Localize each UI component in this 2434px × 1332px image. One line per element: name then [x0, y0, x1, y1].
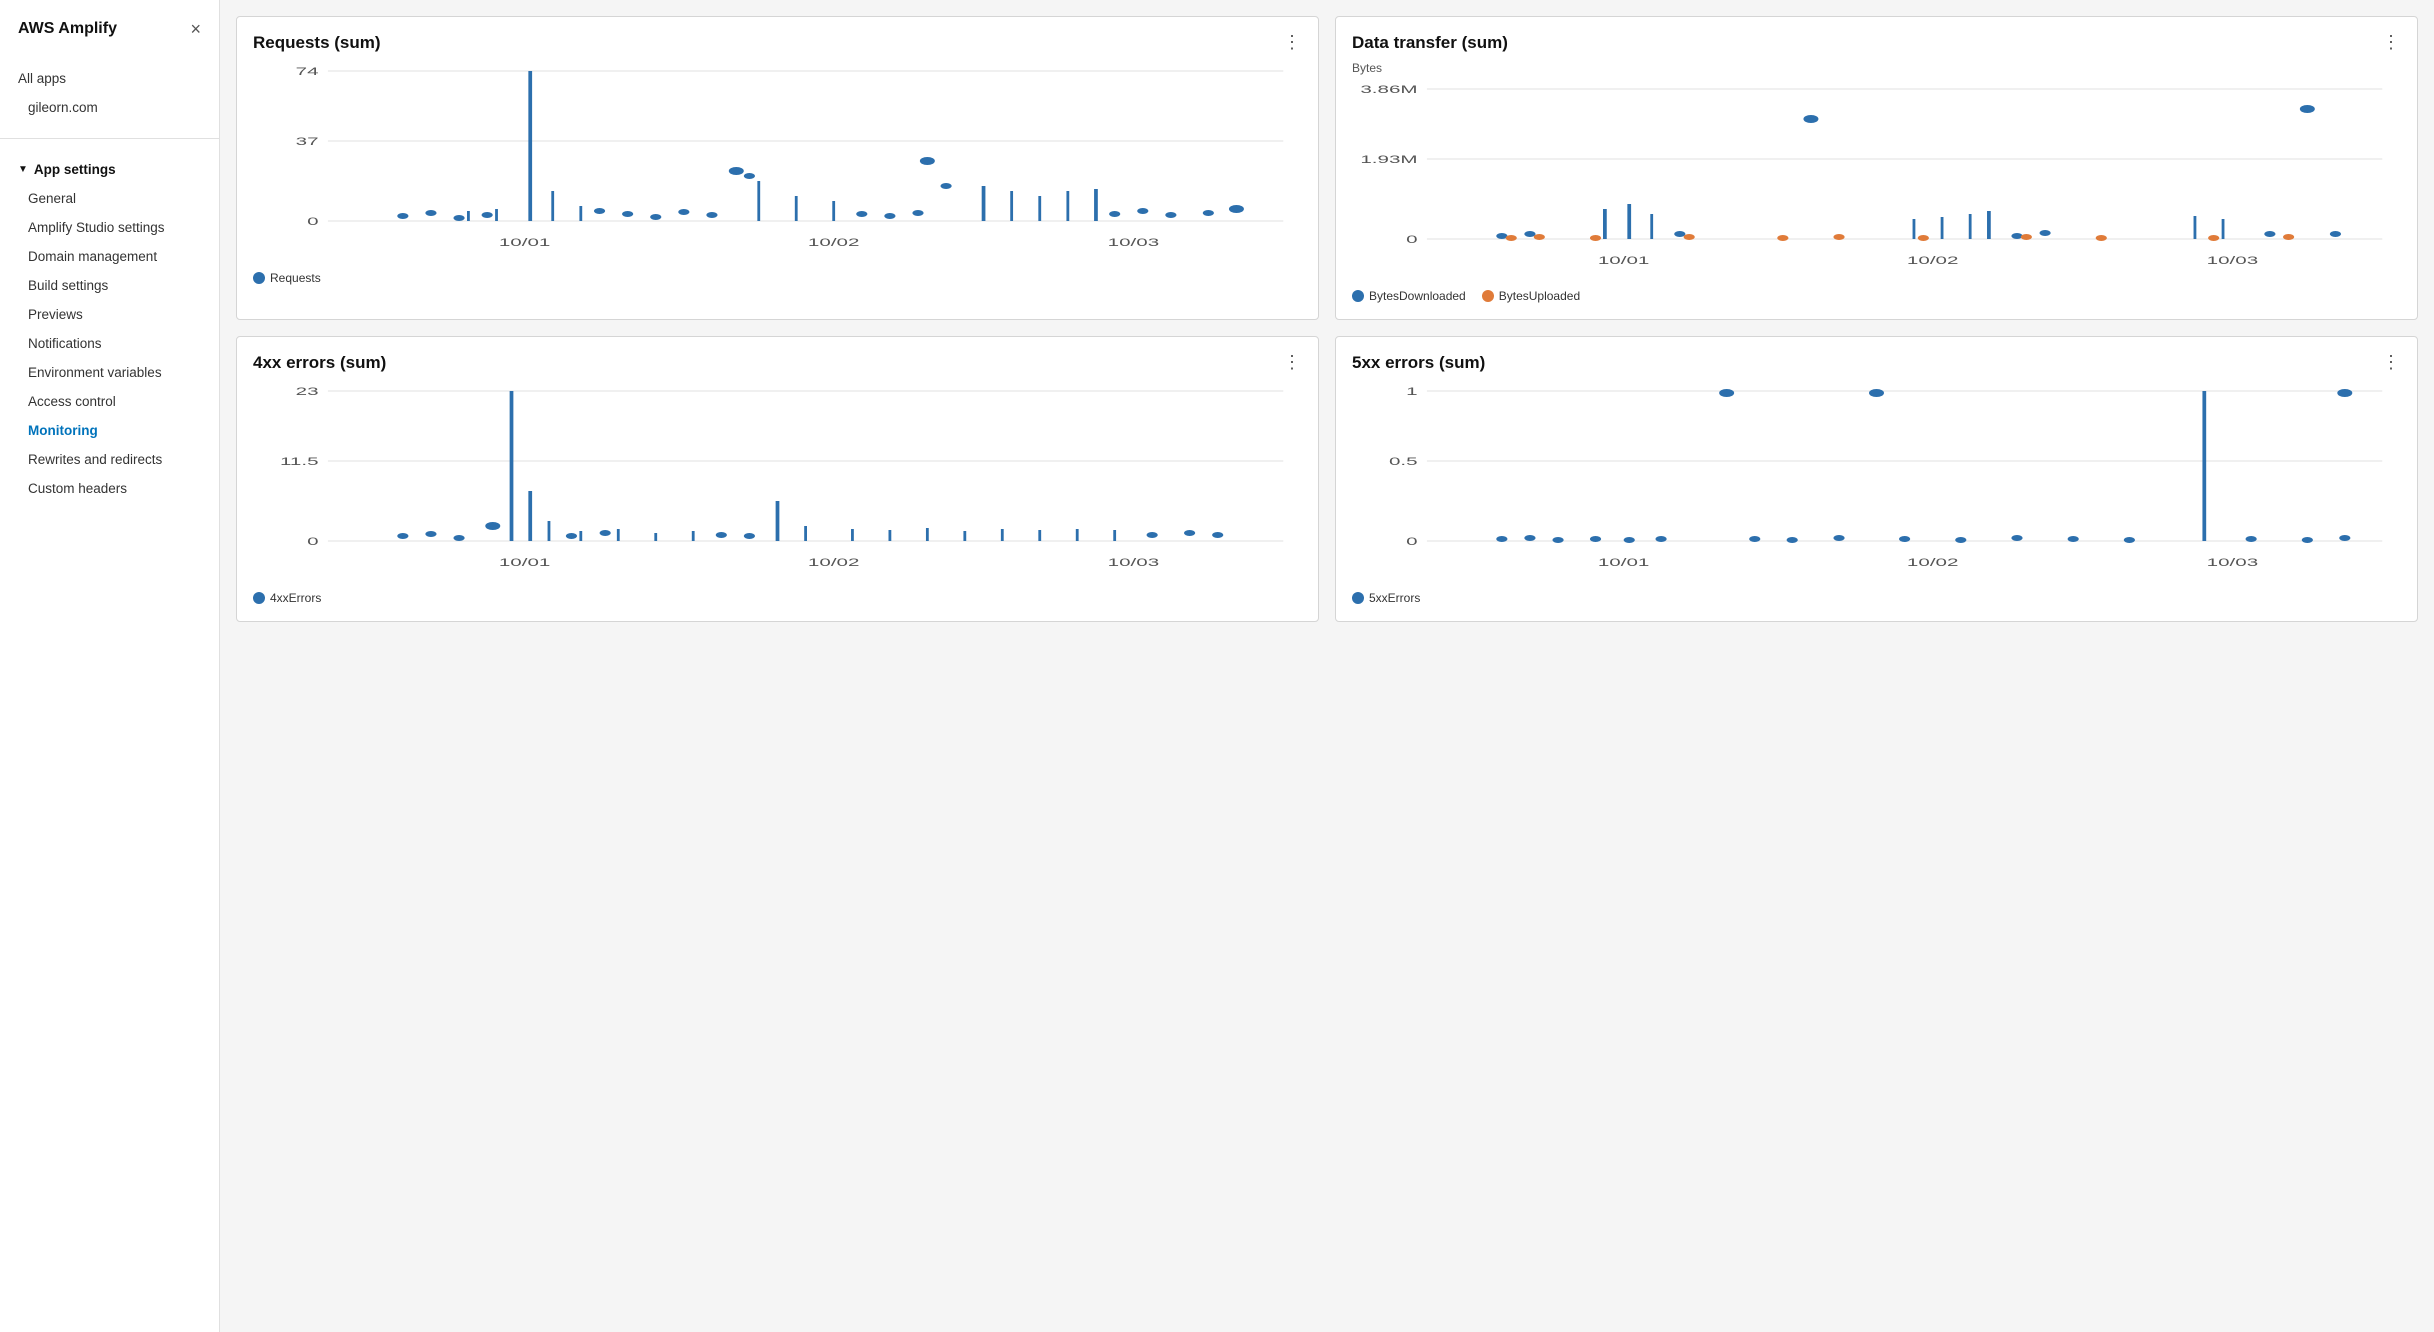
data-transfer-chart-title: Data transfer (sum)	[1352, 33, 1508, 53]
sidebar-item-access-control[interactable]: Access control	[0, 387, 219, 416]
bytes-downloaded-legend-dot	[1352, 290, 1364, 302]
svg-text:10/02: 10/02	[1907, 557, 1959, 569]
svg-text:1.93M: 1.93M	[1360, 154, 1417, 166]
data-transfer-chart-menu[interactable]: ⋮	[2382, 33, 2401, 51]
svg-text:10/01: 10/01	[499, 237, 551, 249]
sidebar-item-env-vars[interactable]: Environment variables	[0, 358, 219, 387]
sidebar-item-custom-headers[interactable]: Custom headers	[0, 474, 219, 503]
4xx-errors-legend-dot	[253, 592, 265, 604]
requests-chart-svg: 74 37 0 10/01 10/02 10/03	[253, 61, 1302, 261]
5xx-errors-legend: 5xxErrors	[1352, 591, 2401, 605]
svg-text:11.5: 11.5	[280, 456, 319, 468]
sidebar-item-notifications[interactable]: Notifications	[0, 329, 219, 358]
sidebar-item-monitoring[interactable]: Monitoring	[0, 416, 219, 445]
svg-text:0: 0	[307, 536, 318, 548]
requests-chart-container: 74 37 0 10/01 10/02 10/03	[253, 61, 1302, 261]
requests-chart-title: Requests (sum)	[253, 33, 381, 53]
sidebar-item-all-apps[interactable]: All apps	[0, 64, 219, 93]
svg-text:0: 0	[307, 216, 318, 228]
svg-text:10/03: 10/03	[1108, 557, 1160, 569]
5xx-errors-chart-menu[interactable]: ⋮	[2382, 353, 2401, 371]
requests-chart-header: Requests (sum) ⋮	[253, 33, 1302, 53]
svg-text:10/02: 10/02	[808, 237, 860, 249]
data-transfer-unit: Bytes	[1352, 61, 2401, 75]
svg-text:10/03: 10/03	[2207, 557, 2259, 569]
5xx-errors-chart-header: 5xx errors (sum) ⋮	[1352, 353, 2401, 373]
data-transfer-chart-svg: 3.86M 1.93M 0 10/01 10/02 10/03	[1352, 79, 2401, 279]
svg-text:10/03: 10/03	[2207, 255, 2259, 267]
sidebar-item-rewrites[interactable]: Rewrites and redirects	[0, 445, 219, 474]
svg-text:10/01: 10/01	[1598, 557, 1650, 569]
svg-text:10/02: 10/02	[1907, 255, 1959, 267]
svg-text:37: 37	[296, 136, 319, 148]
svg-text:0: 0	[1406, 234, 1417, 246]
svg-text:10/02: 10/02	[808, 557, 860, 569]
requests-legend-dot	[253, 272, 265, 284]
4xx-errors-legend: 4xxErrors	[253, 591, 1302, 605]
charts-grid: Requests (sum) ⋮ 74 37 0 10/01 10/02 10/…	[236, 16, 2418, 622]
svg-text:10/01: 10/01	[499, 557, 551, 569]
requests-legend: Requests	[253, 271, 1302, 285]
app-settings-nav: ▼ App settings General Amplify Studio se…	[0, 147, 219, 511]
divider	[0, 138, 219, 139]
close-button[interactable]: ×	[190, 20, 201, 38]
requests-chart-card: Requests (sum) ⋮ 74 37 0 10/01 10/02 10/…	[236, 16, 1319, 320]
sidebar-item-gileorn[interactable]: gileorn.com	[0, 93, 219, 122]
bytes-downloaded-legend-item: BytesDownloaded	[1352, 289, 1466, 303]
4xx-errors-chart-menu[interactable]: ⋮	[1283, 353, 1302, 371]
app-settings-header: ▼ App settings	[0, 155, 219, 184]
data-transfer-chart-header: Data transfer (sum) ⋮	[1352, 33, 2401, 53]
requests-legend-item: Requests	[253, 271, 321, 285]
5xx-errors-chart-container: 1 0.5 0 10/01 10/02 10/03	[1352, 381, 2401, 581]
data-transfer-chart-container: 3.86M 1.93M 0 10/01 10/02 10/03	[1352, 79, 2401, 279]
4xx-errors-legend-item: 4xxErrors	[253, 591, 321, 605]
5xx-errors-chart-title: 5xx errors (sum)	[1352, 353, 1485, 373]
svg-text:23: 23	[296, 386, 319, 398]
5xx-errors-chart-svg: 1 0.5 0 10/01 10/02 10/03	[1352, 381, 2401, 581]
5xx-errors-chart-card: 5xx errors (sum) ⋮ 1 0.5 0 10/01 10/02 1…	[1335, 336, 2418, 622]
sidebar-header: AWS Amplify ×	[0, 20, 219, 56]
sidebar: AWS Amplify × All apps gileorn.com ▼ App…	[0, 0, 220, 1332]
svg-text:10/01: 10/01	[1598, 255, 1650, 267]
sidebar-item-general[interactable]: General	[0, 184, 219, 213]
svg-text:3.86M: 3.86M	[1360, 84, 1417, 96]
sidebar-item-domain-management[interactable]: Domain management	[0, 242, 219, 271]
svg-text:10/03: 10/03	[1108, 237, 1160, 249]
triangle-icon: ▼	[18, 164, 28, 175]
sidebar-item-previews[interactable]: Previews	[0, 300, 219, 329]
5xx-errors-legend-item: 5xxErrors	[1352, 591, 1420, 605]
4xx-errors-chart-card: 4xx errors (sum) ⋮ 23 11.5 0 10/01 10/02…	[236, 336, 1319, 622]
top-nav: All apps gileorn.com	[0, 56, 219, 130]
svg-text:1: 1	[1406, 386, 1417, 398]
svg-text:0.5: 0.5	[1389, 456, 1418, 468]
requests-chart-menu[interactable]: ⋮	[1283, 33, 1302, 51]
4xx-errors-chart-svg: 23 11.5 0 10/01 10/02 10/03	[253, 381, 1302, 581]
5xx-errors-legend-dot	[1352, 592, 1364, 604]
4xx-errors-chart-title: 4xx errors (sum)	[253, 353, 386, 373]
data-transfer-legend: BytesDownloaded BytesUploaded	[1352, 289, 2401, 303]
bytes-uploaded-legend-dot	[1482, 290, 1494, 302]
sidebar-item-amplify-studio-settings[interactable]: Amplify Studio settings	[0, 213, 219, 242]
svg-text:0: 0	[1406, 536, 1417, 548]
data-transfer-chart-card: Data transfer (sum) ⋮ Bytes 3.86M 1.93M …	[1335, 16, 2418, 320]
4xx-errors-chart-container: 23 11.5 0 10/01 10/02 10/03	[253, 381, 1302, 581]
svg-text:74: 74	[296, 66, 319, 78]
4xx-errors-chart-header: 4xx errors (sum) ⋮	[253, 353, 1302, 373]
sidebar-item-build-settings[interactable]: Build settings	[0, 271, 219, 300]
main-content: Requests (sum) ⋮ 74 37 0 10/01 10/02 10/…	[220, 0, 2434, 1332]
sidebar-title: AWS Amplify	[18, 20, 117, 38]
bytes-uploaded-legend-item: BytesUploaded	[1482, 289, 1580, 303]
